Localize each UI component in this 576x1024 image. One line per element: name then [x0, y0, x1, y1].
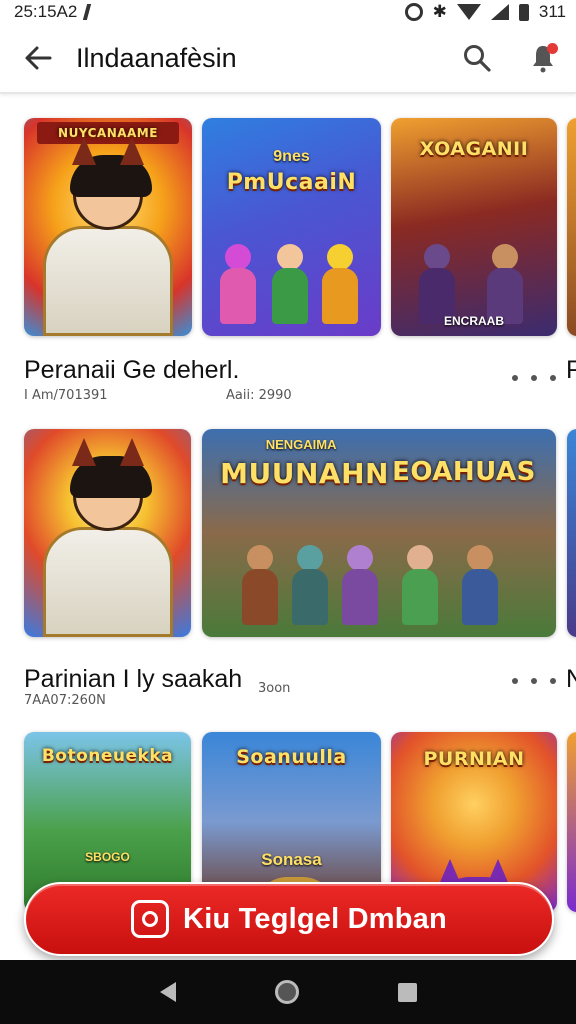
signal-icon	[490, 4, 509, 20]
game-row: NUYCANAAME 9nes PmUcaaiN XOAGANII ENCRAA…	[0, 118, 576, 418]
page-title: Ilndaanafèsin	[76, 42, 237, 73]
card-banner-text: NUYCANAAME	[37, 122, 179, 144]
more-options-button[interactable]	[512, 366, 556, 390]
character-art	[43, 137, 173, 336]
instagram-camera-icon	[131, 900, 170, 938]
game-card-peek[interactable]	[567, 429, 576, 637]
card-subtitle-text: NENGAIMA	[265, 437, 337, 452]
primary-action-button[interactable]: Kiu Teglgel Dmban	[24, 882, 554, 956]
nav-recents-icon[interactable]	[397, 982, 417, 1002]
wifi-icon	[456, 4, 481, 20]
app-bar: Ilndaanafèsin	[0, 24, 576, 94]
card-banner-text: PmUcaaiN	[226, 170, 357, 195]
game-card-wide[interactable]: NENGAIMA MUUNAHN EOAHUAS	[202, 429, 556, 637]
arrow-back-icon	[25, 46, 52, 70]
search-icon	[464, 45, 491, 72]
status-time: 25:15A2	[14, 2, 78, 21]
game-row: NENGAIMA MUUNAHN EOAHUAS Parinian I ly s…	[0, 429, 576, 729]
row-title-peek: N	[566, 665, 576, 693]
bluetooth-icon: ✱	[432, 2, 447, 21]
edit-icon	[83, 4, 92, 20]
game-card-peek[interactable]	[567, 732, 576, 912]
card-banner-text-secondary: EOAHUAS	[392, 457, 536, 487]
game-card[interactable]: NUYCANAAME	[24, 118, 192, 336]
row-meta: I Am/701391	[24, 388, 108, 403]
search-button[interactable]	[444, 23, 510, 93]
row-meta: 7AA07:260N	[24, 693, 106, 708]
card-banner-text: Botoneuekka	[41, 746, 174, 766]
card-banner-text: PURNIAN	[423, 748, 525, 770]
card-subtitle-text: ENCRAAB	[444, 314, 504, 328]
back-button[interactable]	[0, 23, 76, 93]
character-art	[42, 438, 173, 637]
primary-action-label: Kiu Teglgel Dmban	[183, 902, 447, 935]
alarm-icon	[404, 3, 423, 21]
row-meta-count: Aaii: 2990	[226, 388, 292, 403]
nav-back-icon[interactable]	[159, 982, 176, 1002]
row-title: Parinian I ly saakah	[24, 665, 243, 693]
card-subtitle-text: 9nes	[273, 148, 310, 165]
notification-button[interactable]	[510, 23, 576, 93]
row-meta-count: 3oon	[258, 681, 291, 696]
battery-icon	[518, 3, 529, 21]
row-title-peek: F	[566, 356, 576, 384]
game-card[interactable]: XOAGANII ENCRAAB	[391, 118, 557, 336]
game-card-peek[interactable]	[567, 118, 576, 336]
card-banner-text: MUUNAHN	[220, 457, 389, 490]
nav-home-icon[interactable]	[274, 980, 299, 1004]
status-bar: 25:15A2 ✱ 311	[0, 0, 576, 24]
system-nav-bar	[0, 960, 576, 1024]
row-title: Peranaii Ge deherl.	[24, 356, 240, 384]
battery-text: 311	[538, 2, 566, 21]
card-subtitle-text: Sonasa	[261, 850, 322, 869]
card-subtitle-text: SBOGO	[85, 850, 130, 864]
card-banner-text: XOAGANII	[419, 138, 529, 160]
game-card[interactable]	[24, 429, 191, 637]
game-card[interactable]: 9nes PmUcaaiN	[202, 118, 381, 336]
notification-badge	[547, 43, 558, 54]
more-options-button[interactable]	[512, 669, 556, 693]
card-banner-text: Soanuulla	[236, 746, 347, 768]
